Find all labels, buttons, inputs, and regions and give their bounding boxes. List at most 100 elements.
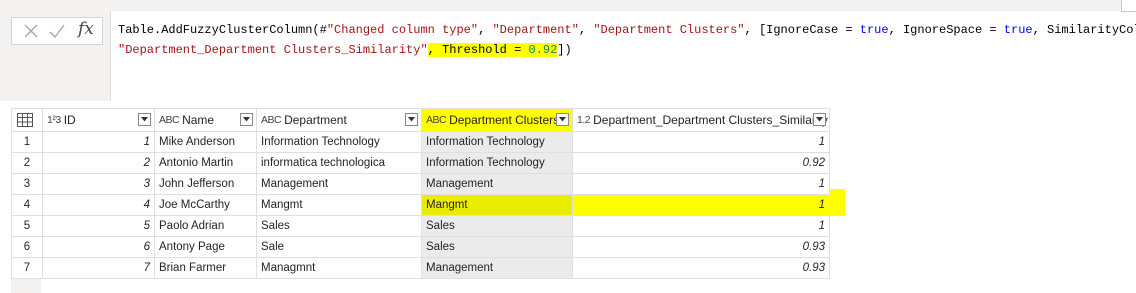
table-row[interactable]: 2 2 Antonio Martin informatica technolog… [11,152,830,174]
cell-name[interactable]: Joe McCarthy [154,194,257,216]
cell-similarity[interactable]: 0.92 [572,152,830,174]
cell-department[interactable]: informatica technologica [256,152,422,174]
cell-id[interactable]: 6 [42,236,155,258]
cell-department-cluster[interactable]: Sales [421,236,573,258]
data-grid: 1²3 ID ABC Name ABC Department ABC Departmen… [11,108,830,279]
row-number[interactable]: 3 [11,173,43,195]
table-row[interactable]: 5 5 Paolo Adrian Sales Sales 1 [11,215,830,237]
text-type-icon[interactable]: ABC [261,114,282,126]
formula-token: true [1003,23,1033,37]
whole-number-type-icon[interactable]: 1²3 [47,114,61,126]
row-number[interactable]: 4 [11,194,43,216]
filter-dropdown-button[interactable] [813,113,826,126]
cell-id[interactable]: 4 [42,194,155,216]
formula-token: , SimilarityColumnName = [1032,23,1136,37]
table-row[interactable]: 7 7 Brian Farmer Managmnt Management 0.9… [11,257,830,279]
chevron-down-icon [141,117,148,122]
cell-department[interactable]: Sale [256,236,422,258]
fx-icon[interactable]: fx [78,19,94,39]
formula-token: , [478,23,493,37]
cell-similarity[interactable]: 0.93 [572,236,830,258]
formula-token: "Department Clusters" [593,23,745,37]
formula-token: Table.AddFuzzyClusterColumn(# [118,23,327,37]
cell-similarity[interactable]: 1 [572,173,830,195]
cell-id[interactable]: 5 [42,215,155,237]
formula-input[interactable]: Table.AddFuzzyClusterColumn(#"Changed co… [110,11,1136,101]
cell-name[interactable]: Antony Page [154,236,257,258]
column-header-name[interactable]: ABC Name [154,108,257,132]
grid-footer-space [11,279,41,293]
chevron-down-icon [816,117,823,122]
formula-bar: fx Table.AddFuzzyClusterColumn(#"Changed… [0,0,1136,101]
column-name: ID [63,113,76,128]
table-row[interactable]: 1 1 Mike Anderson Information Technology… [11,131,830,153]
cell-similarity[interactable]: 1 [572,131,830,153]
cell-department-cluster[interactable]: Management [421,257,573,279]
cell-department[interactable]: Managmnt [256,257,422,279]
commit-check-icon[interactable] [48,22,66,40]
cell-name[interactable]: Brian Farmer [154,257,257,279]
column-header-department[interactable]: ABC Department [256,108,422,132]
text-type-icon[interactable]: ABC [159,114,180,126]
highlight-extension [829,189,845,216]
cell-department[interactable]: Sales [256,215,422,237]
table-corner[interactable] [11,108,43,132]
row-number[interactable]: 5 [11,215,43,237]
chevron-down-icon [243,117,250,122]
filter-dropdown-button[interactable] [240,113,253,126]
cell-id[interactable]: 3 [42,173,155,195]
chevron-down-icon [408,117,415,122]
column-name: Department [284,113,347,128]
expand-formula-box[interactable] [1121,0,1136,12]
formula-token: true [859,23,889,37]
cell-name[interactable]: Antonio Martin [154,152,257,174]
formula-token: , [578,23,594,37]
table-row[interactable]: 6 6 Antony Page Sale Sales 0.93 [11,236,830,258]
cell-name[interactable]: John Jefferson [154,173,257,195]
row-number[interactable]: 1 [11,131,43,153]
cell-department-cluster[interactable]: Information Technology [421,131,573,153]
cell-id[interactable]: 2 [42,152,155,174]
cell-id[interactable]: 7 [42,257,155,279]
filter-dropdown-button[interactable] [405,113,418,126]
cell-department[interactable]: Information Technology [256,131,422,153]
cancel-icon[interactable] [22,22,40,40]
chevron-down-icon [559,117,566,122]
formula-token: , [IgnoreCase = [744,23,860,37]
cell-department-cluster[interactable]: Mangmt [421,194,573,216]
cell-similarity[interactable]: 0.93 [572,257,830,279]
cell-department-cluster[interactable]: Sales [421,215,573,237]
formula-token: "Changed column type" [326,23,479,37]
cell-similarity[interactable]: 1 [572,194,830,216]
column-name: Department Clusters [449,113,560,128]
formula-token: 0.92 [528,43,558,57]
formula-token: ]) [557,43,572,57]
column-header-similarity[interactable]: 1.2 Department_Department Clusters_Simila… [572,108,830,132]
filter-dropdown-button[interactable] [556,113,569,126]
text-type-icon[interactable]: ABC [426,114,447,126]
column-name: Department_Department Clusters_Similarit… [593,113,828,128]
cell-name[interactable]: Paolo Adrian [154,215,257,237]
table-menu-icon[interactable] [17,113,33,127]
row-number[interactable]: 7 [11,257,43,279]
decimal-type-icon[interactable]: 1.2 [577,114,591,126]
column-name: Name [182,113,215,128]
formula-token: , IgnoreSpace = [888,23,1004,37]
column-header-id[interactable]: 1²3 ID [42,108,155,132]
cell-department[interactable]: Mangmt [256,194,422,216]
table-row[interactable]: 3 3 John Jefferson Management Management… [11,173,830,195]
formula-token: "Department_Department Clusters_Similari… [118,43,428,57]
table-row[interactable]: 4 4 Joe McCarthy Mangmt Mangmt 1 [11,194,830,216]
cell-id[interactable]: 1 [42,131,155,153]
filter-dropdown-button[interactable] [138,113,151,126]
formula-controls: fx [11,17,103,45]
cell-name[interactable]: Mike Anderson [154,131,257,153]
cell-department-cluster[interactable]: Information Technology [421,152,573,174]
column-header-department-clusters[interactable]: ABC Department Clusters [421,108,573,132]
row-number[interactable]: 2 [11,152,43,174]
row-number[interactable]: 6 [11,236,43,258]
cell-department-cluster[interactable]: Management [421,173,573,195]
formula-token: "Department" [492,23,579,37]
cell-similarity[interactable]: 1 [572,215,830,237]
cell-department[interactable]: Management [256,173,422,195]
